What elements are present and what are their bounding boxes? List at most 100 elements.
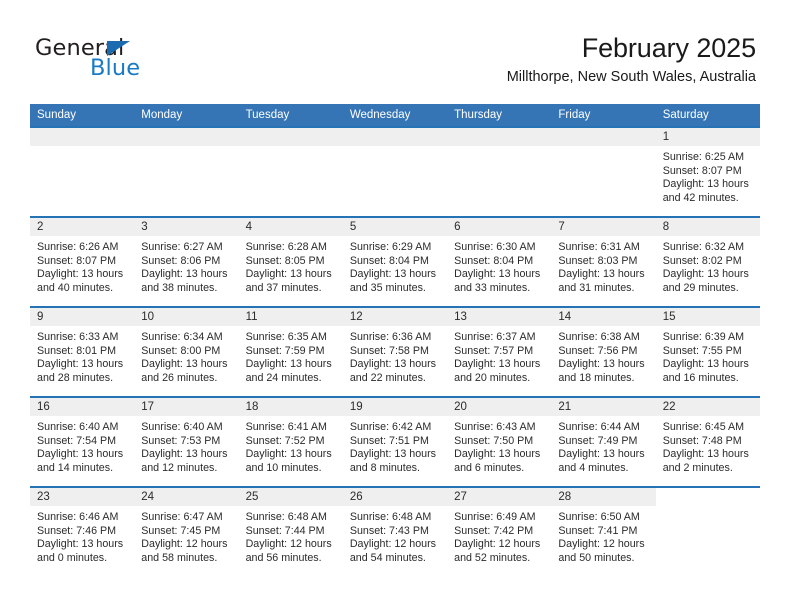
day-details: Sunrise: 6:41 AM Sunset: 7:52 PM Daylight:… — [239, 416, 343, 475]
day-number: 3 — [134, 218, 239, 236]
day-details: Sunrise: 6:29 AM Sunset: 8:04 PM Daylight:… — [343, 236, 447, 295]
daylight-text-line2: and 14 minutes. — [37, 461, 114, 474]
day-number — [551, 128, 656, 146]
day-number: 19 — [342, 398, 448, 416]
calendar-cell-day[interactable]: 7 Sunrise: 6:31 AM Sunset: 8:03 PM Daylight… — [551, 216, 656, 307]
daylight-text-line2: and 58 minutes. — [141, 551, 218, 564]
day-details: Sunrise: 6:47 AM Sunset: 7:45 PM Daylight:… — [134, 506, 238, 565]
day-details: Sunrise: 6:34 AM Sunset: 8:00 PM Daylight:… — [134, 326, 238, 385]
calendar-cell-day[interactable]: 3 Sunrise: 6:27 AM Sunset: 8:06 PM Daylight… — [134, 216, 239, 307]
sunrise-text: Sunrise: 6:44 AM — [558, 421, 640, 433]
calendar-cell-day[interactable]: 4 Sunrise: 6:28 AM Sunset: 8:05 PM Daylight… — [238, 216, 343, 307]
day-number — [238, 128, 343, 146]
sunset-text: Sunset: 8:00 PM — [141, 344, 221, 357]
calendar-cell-day[interactable]: 15 Sunrise: 6:39 AM Sunset: 7:55 PM Dayligh… — [655, 306, 760, 397]
sunset-text: Sunset: 7:53 PM — [141, 434, 221, 447]
sunrise-text: Sunrise: 6:31 AM — [558, 241, 640, 253]
calendar-cell-day[interactable]: 5 Sunrise: 6:29 AM Sunset: 8:04 PM Daylight… — [342, 216, 448, 307]
sunrise-text: Sunrise: 6:47 AM — [141, 511, 223, 523]
calendar-cell-day[interactable]: 10 Sunrise: 6:34 AM Sunset: 8:00 PM Dayligh… — [134, 306, 239, 397]
sunset-text: Sunset: 8:04 PM — [349, 254, 429, 267]
day-details: Sunrise: 6:39 AM Sunset: 7:55 PM Daylight:… — [656, 326, 760, 385]
calendar-cell-day[interactable]: 23 Sunrise: 6:46 AM Sunset: 7:46 PM Dayligh… — [30, 486, 135, 577]
day-number: 24 — [134, 488, 239, 506]
page-header: General Blue February 2025 Millthorpe, N… — [0, 0, 792, 100]
weekday-header-sunday: Sunday — [30, 104, 135, 127]
sunset-text: Sunset: 7:51 PM — [349, 434, 429, 447]
logo-triangle-icon — [107, 40, 130, 56]
calendar-cell-day[interactable]: 16 Sunrise: 6:40 AM Sunset: 7:54 PM Dayligh… — [30, 396, 135, 487]
calendar-cell-day[interactable]: 28 Sunrise: 6:50 AM Sunset: 7:41 PM Dayligh… — [551, 486, 656, 577]
sunrise-text: Sunrise: 6:43 AM — [454, 421, 536, 433]
daylight-text-line2: and 56 minutes. — [245, 551, 322, 564]
sunset-text: Sunset: 7:43 PM — [349, 524, 429, 537]
calendar-cell-day[interactable]: 1 Sunrise: 6:25 AM Sunset: 8:07 PM Daylight… — [655, 126, 760, 217]
page-title: February 2025 — [581, 33, 756, 63]
weekday-header-row: Sunday Monday Tuesday Wednesday Thursday Frid… — [30, 104, 760, 127]
sunrise-sunset-calendar: Sunday Monday Tuesday Wednesday Thursday Frid… — [30, 104, 760, 577]
calendar-cell-day[interactable]: 9 Sunrise: 6:33 AM Sunset: 8:01 PM Daylight… — [30, 306, 135, 397]
calendar-cell-day[interactable]: 21 Sunrise: 6:44 AM Sunset: 7:49 PM Dayligh… — [551, 396, 656, 487]
sunrise-text: Sunrise: 6:46 AM — [37, 511, 119, 523]
day-number: 10 — [134, 308, 239, 326]
calendar-cell-day[interactable]: 14 Sunrise: 6:38 AM Sunset: 7:56 PM Dayligh… — [551, 306, 656, 397]
day-number — [134, 128, 239, 146]
calendar-cell-day[interactable]: 18 Sunrise: 6:41 AM Sunset: 7:52 PM Dayligh… — [238, 396, 343, 487]
weekday-header-tuesday: Tuesday — [238, 104, 343, 127]
calendar-cell-day[interactable]: 13 Sunrise: 6:37 AM Sunset: 7:57 PM Dayligh… — [447, 306, 552, 397]
day-details: Sunrise: 6:42 AM Sunset: 7:51 PM Daylight:… — [343, 416, 447, 475]
day-details: Sunrise: 6:32 AM Sunset: 8:02 PM Daylight:… — [656, 236, 760, 295]
calendar-cell-day[interactable]: 26 Sunrise: 6:48 AM Sunset: 7:43 PM Dayligh… — [342, 486, 448, 577]
daylight-text-line1: Daylight: 12 hours — [454, 538, 541, 551]
daylight-text-line2: and 2 minutes. — [662, 461, 733, 474]
day-number: 26 — [342, 488, 448, 506]
calendar-cell-day[interactable]: 20 Sunrise: 6:43 AM Sunset: 7:50 PM Dayligh… — [447, 396, 552, 487]
calendar-cell-day[interactable]: 27 Sunrise: 6:49 AM Sunset: 7:42 PM Dayligh… — [447, 486, 552, 577]
daylight-text-line1: Daylight: 13 hours — [662, 178, 749, 191]
calendar-cell-day[interactable]: 11 Sunrise: 6:35 AM Sunset: 7:59 PM Dayligh… — [238, 306, 343, 397]
calendar-cell-day[interactable]: 25 Sunrise: 6:48 AM Sunset: 7:44 PM Dayligh… — [238, 486, 343, 577]
sunrise-text: Sunrise: 6:29 AM — [349, 241, 432, 253]
sunset-text: Sunset: 7:59 PM — [245, 344, 325, 357]
daylight-text-line1: Daylight: 13 hours — [245, 448, 332, 461]
daylight-text-line1: Daylight: 13 hours — [454, 448, 541, 461]
sunset-text: Sunset: 7:57 PM — [454, 344, 534, 357]
day-number — [447, 128, 552, 146]
calendar-cell-day[interactable]: 2 Sunrise: 6:26 AM Sunset: 8:07 PM Daylight… — [30, 216, 135, 307]
day-details: Sunrise: 6:40 AM Sunset: 7:54 PM Daylight:… — [30, 416, 134, 475]
daylight-text-line1: Daylight: 13 hours — [558, 268, 645, 281]
sunrise-text: Sunrise: 6:32 AM — [662, 241, 745, 253]
sunset-text: Sunset: 7:56 PM — [558, 344, 638, 357]
sunset-text: Sunset: 8:02 PM — [662, 254, 742, 267]
daylight-text-line2: and 18 minutes. — [558, 371, 635, 384]
weekday-header-saturday: Saturday — [655, 104, 760, 127]
daylight-text-line1: Daylight: 13 hours — [662, 268, 749, 281]
day-number: 13 — [447, 308, 552, 326]
logo-word-blue: Blue — [90, 55, 141, 81]
daylight-text-line2: and 28 minutes. — [37, 371, 114, 384]
calendar-cell-day[interactable]: 22 Sunrise: 6:45 AM Sunset: 7:48 PM Dayligh… — [655, 396, 760, 487]
sunrise-text: Sunrise: 6:50 AM — [558, 511, 640, 523]
daylight-text-line1: Daylight: 13 hours — [141, 448, 228, 461]
sunset-text: Sunset: 7:44 PM — [245, 524, 325, 537]
sunset-text: Sunset: 8:03 PM — [558, 254, 638, 267]
daylight-text-line2: and 31 minutes. — [558, 281, 635, 294]
day-details: Sunrise: 6:37 AM Sunset: 7:57 PM Daylight:… — [447, 326, 551, 385]
sunrise-text: Sunrise: 6:48 AM — [245, 511, 327, 523]
calendar-cell-day[interactable]: 8 Sunrise: 6:32 AM Sunset: 8:02 PM Daylight… — [655, 216, 760, 307]
daylight-text-line1: Daylight: 13 hours — [558, 448, 645, 461]
daylight-text-line1: Daylight: 13 hours — [245, 268, 332, 281]
calendar-cell-day[interactable]: 24 Sunrise: 6:47 AM Sunset: 7:45 PM Dayligh… — [134, 486, 239, 577]
calendar-cell-day[interactable]: 19 Sunrise: 6:42 AM Sunset: 7:51 PM Dayligh… — [342, 396, 448, 487]
sunrise-text: Sunrise: 6:42 AM — [349, 421, 432, 433]
daylight-text-line2: and 26 minutes. — [141, 371, 218, 384]
calendar-week-row: 1 Sunrise: 6:25 AM Sunset: 8:07 PM Daylight… — [30, 126, 760, 217]
daylight-text-line2: and 24 minutes. — [245, 371, 322, 384]
day-number: 6 — [447, 218, 552, 236]
calendar-cell-day[interactable]: 6 Sunrise: 6:30 AM Sunset: 8:04 PM Daylight… — [447, 216, 552, 307]
day-number: 9 — [30, 308, 135, 326]
sunset-text: Sunset: 7:54 PM — [37, 434, 117, 447]
calendar-cell-day[interactable]: 12 Sunrise: 6:36 AM Sunset: 7:58 PM Dayligh… — [342, 306, 448, 397]
calendar-cell-day[interactable]: 17 Sunrise: 6:40 AM Sunset: 7:53 PM Dayligh… — [134, 396, 239, 487]
sunset-text: Sunset: 7:48 PM — [662, 434, 742, 447]
